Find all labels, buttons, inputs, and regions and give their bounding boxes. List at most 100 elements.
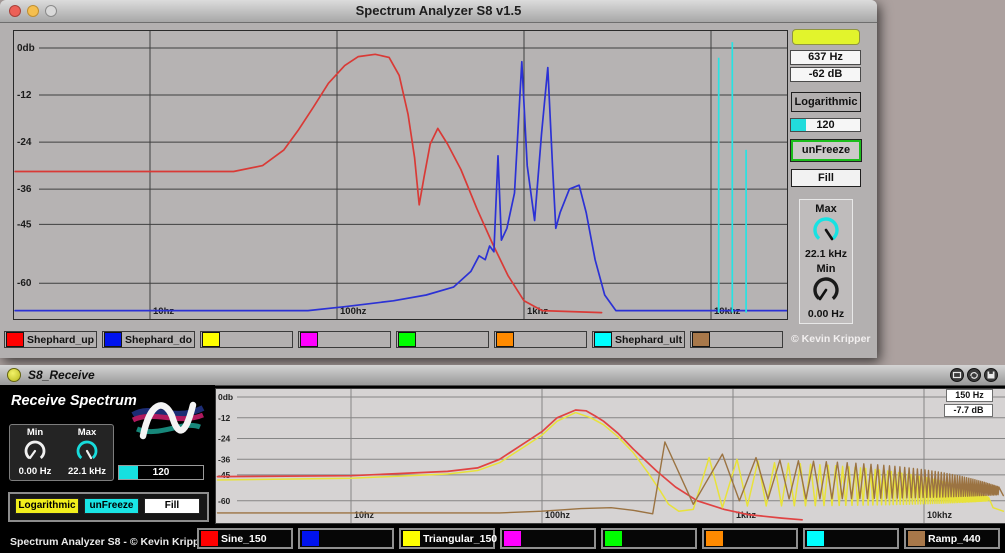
unfreeze-button[interactable]: unFreeze bbox=[84, 498, 139, 514]
legend-item[interactable] bbox=[601, 528, 697, 549]
svg-text:10khz: 10khz bbox=[927, 510, 953, 520]
legend-color-chip bbox=[605, 531, 622, 546]
legend-item[interactable] bbox=[494, 331, 587, 348]
svg-text:-60: -60 bbox=[218, 496, 231, 506]
legend-item[interactable] bbox=[803, 528, 899, 549]
unfreeze-button[interactable]: unFreeze bbox=[790, 139, 862, 162]
points-slider[interactable]: 120 bbox=[790, 118, 861, 132]
legend-item[interactable]: Shephard_ult bbox=[592, 331, 685, 348]
title-bar[interactable]: Spectrum Analyzer S8 v1.5 bbox=[0, 0, 877, 23]
legend-row: Shephard_up Shephard_do Shephard_ult bbox=[4, 331, 783, 348]
zoom-button[interactable] bbox=[45, 5, 57, 17]
minimize-button[interactable] bbox=[27, 5, 39, 17]
credit-text: © Kevin Kripper bbox=[791, 333, 871, 345]
cursor-level-readout[interactable]: -7.7 dB bbox=[944, 404, 993, 417]
titlebar-buttons bbox=[950, 368, 998, 382]
max-knob-value: 22.1 kHz bbox=[67, 466, 107, 477]
legend-label: Ramp_440 bbox=[928, 532, 981, 545]
min-knob-group: Min 0.00 Hz bbox=[10, 425, 60, 480]
save-icon[interactable] bbox=[984, 368, 998, 382]
scale-mode-button[interactable]: Logarithmic bbox=[791, 92, 861, 112]
svg-text:0db: 0db bbox=[218, 392, 233, 402]
panel-heading: Receive Spectrum bbox=[11, 393, 137, 409]
svg-text:-45: -45 bbox=[218, 470, 231, 480]
points-slider[interactable]: 120 bbox=[118, 465, 204, 480]
legend-color-chip bbox=[496, 332, 514, 347]
window-icon[interactable] bbox=[950, 368, 964, 382]
spectrum-plot[interactable]: 0db-12-24-36-45-6010hz 100hz 1khz 10khz bbox=[13, 30, 788, 320]
points-slider-fill bbox=[119, 466, 138, 479]
mode-button-box: Logarithmic unFreeze Fill bbox=[8, 492, 209, 522]
svg-text:100hz: 100hz bbox=[545, 510, 571, 520]
legend-label: Shephard_do bbox=[125, 333, 193, 346]
legend-item[interactable]: Triangular_150 bbox=[399, 528, 498, 549]
legend-item[interactable]: Ramp_440 bbox=[904, 528, 1000, 549]
receive-spectrum-plot[interactable]: 0db-12-24-36-45-6010hz 100hz 1khz 10khz bbox=[215, 388, 1005, 524]
max-knob-group: Max 22.1 kHz bbox=[62, 425, 112, 480]
min-frequency-knob[interactable] bbox=[22, 438, 48, 464]
screen: Spectrum Analyzer S8 v1.5 0db -12 -24 -36 -4… bbox=[0, 0, 1005, 553]
legend-color-chip bbox=[104, 332, 122, 347]
svg-text:0db: 0db bbox=[17, 43, 35, 54]
legend-item[interactable] bbox=[298, 528, 394, 549]
points-value: 120 bbox=[152, 467, 170, 478]
window-controls bbox=[9, 5, 57, 17]
spectrum-analyzer-window: Spectrum Analyzer S8 v1.5 0db -12 -24 -36 -4… bbox=[0, 0, 877, 358]
legend-color-chip bbox=[201, 531, 218, 546]
svg-text:-45: -45 bbox=[17, 219, 32, 230]
legend-item[interactable] bbox=[298, 331, 391, 348]
fill-button[interactable]: Fill bbox=[144, 498, 200, 514]
legend-color-chip bbox=[692, 332, 710, 347]
svg-text:-12: -12 bbox=[17, 90, 32, 101]
window-title: Spectrum Analyzer S8 v1.5 bbox=[355, 3, 522, 18]
receive-title-bar[interactable]: S8_Receive bbox=[0, 365, 1005, 386]
legend-row: Sine_150 Triangular_150 Ramp_440 bbox=[197, 528, 1000, 549]
fill-button[interactable]: Fill bbox=[791, 169, 861, 187]
max-frequency-knob[interactable] bbox=[811, 215, 841, 245]
legend-item[interactable] bbox=[500, 528, 596, 549]
trace-color-swatch-button[interactable] bbox=[792, 29, 860, 45]
legend-color-chip bbox=[6, 332, 24, 347]
svg-text:-12: -12 bbox=[218, 413, 231, 423]
legend-item[interactable] bbox=[702, 528, 798, 549]
range-knob-panel: Max 22.1 kHz Min 0.00 Hz bbox=[799, 199, 853, 324]
sync-icon[interactable] bbox=[967, 368, 981, 382]
legend-label: Triangular_150 bbox=[423, 532, 498, 545]
legend-color-chip bbox=[807, 531, 824, 546]
svg-text:-24: -24 bbox=[218, 434, 231, 444]
max-knob-label: Max bbox=[815, 203, 837, 215]
min-frequency-knob[interactable] bbox=[811, 275, 841, 305]
range-knob-box: Min 0.00 Hz Max 22.1 kHz bbox=[9, 424, 114, 481]
cursor-level-readout[interactable]: -62 dB bbox=[790, 67, 861, 82]
cursor-frequency-readout[interactable]: 637 Hz bbox=[790, 50, 861, 65]
legend-item[interactable] bbox=[200, 331, 293, 348]
legend-color-chip bbox=[300, 332, 318, 347]
waveform-logo-icon bbox=[131, 401, 205, 440]
cursor-frequency-readout[interactable]: 150 Hz bbox=[946, 389, 993, 402]
legend-item[interactable]: Shephard_do bbox=[102, 331, 195, 348]
patcher-status-icon bbox=[7, 368, 21, 382]
min-knob-value: 0.00 Hz bbox=[18, 466, 52, 477]
legend-color-chip bbox=[594, 332, 612, 347]
max-knob-label: Max bbox=[77, 427, 97, 438]
logarithmic-button[interactable]: Logarithmic bbox=[15, 498, 79, 514]
legend-color-chip bbox=[202, 332, 220, 347]
legend-color-chip bbox=[706, 531, 723, 546]
legend-item[interactable]: Sine_150 bbox=[197, 528, 293, 549]
svg-text:10hz: 10hz bbox=[153, 306, 174, 317]
svg-text:-36: -36 bbox=[218, 454, 231, 464]
svg-text:100hz: 100hz bbox=[340, 306, 367, 317]
points-value: 120 bbox=[816, 119, 835, 131]
svg-text:-60: -60 bbox=[17, 278, 32, 289]
legend-color-chip bbox=[398, 332, 416, 347]
legend-item[interactable] bbox=[690, 331, 783, 348]
legend-label: Shephard_up bbox=[27, 333, 95, 346]
receive-control-panel: Receive Spectrum Min 0.00 Hz Max 22.1 kH… bbox=[0, 385, 215, 553]
close-button[interactable] bbox=[9, 5, 21, 17]
max-frequency-knob[interactable] bbox=[74, 438, 100, 464]
svg-text:10hz: 10hz bbox=[354, 510, 375, 520]
legend-item[interactable] bbox=[396, 331, 489, 348]
legend-item[interactable]: Shephard_up bbox=[4, 331, 97, 348]
min-knob-value: 0.00 Hz bbox=[807, 308, 845, 320]
legend-color-chip bbox=[504, 531, 521, 546]
